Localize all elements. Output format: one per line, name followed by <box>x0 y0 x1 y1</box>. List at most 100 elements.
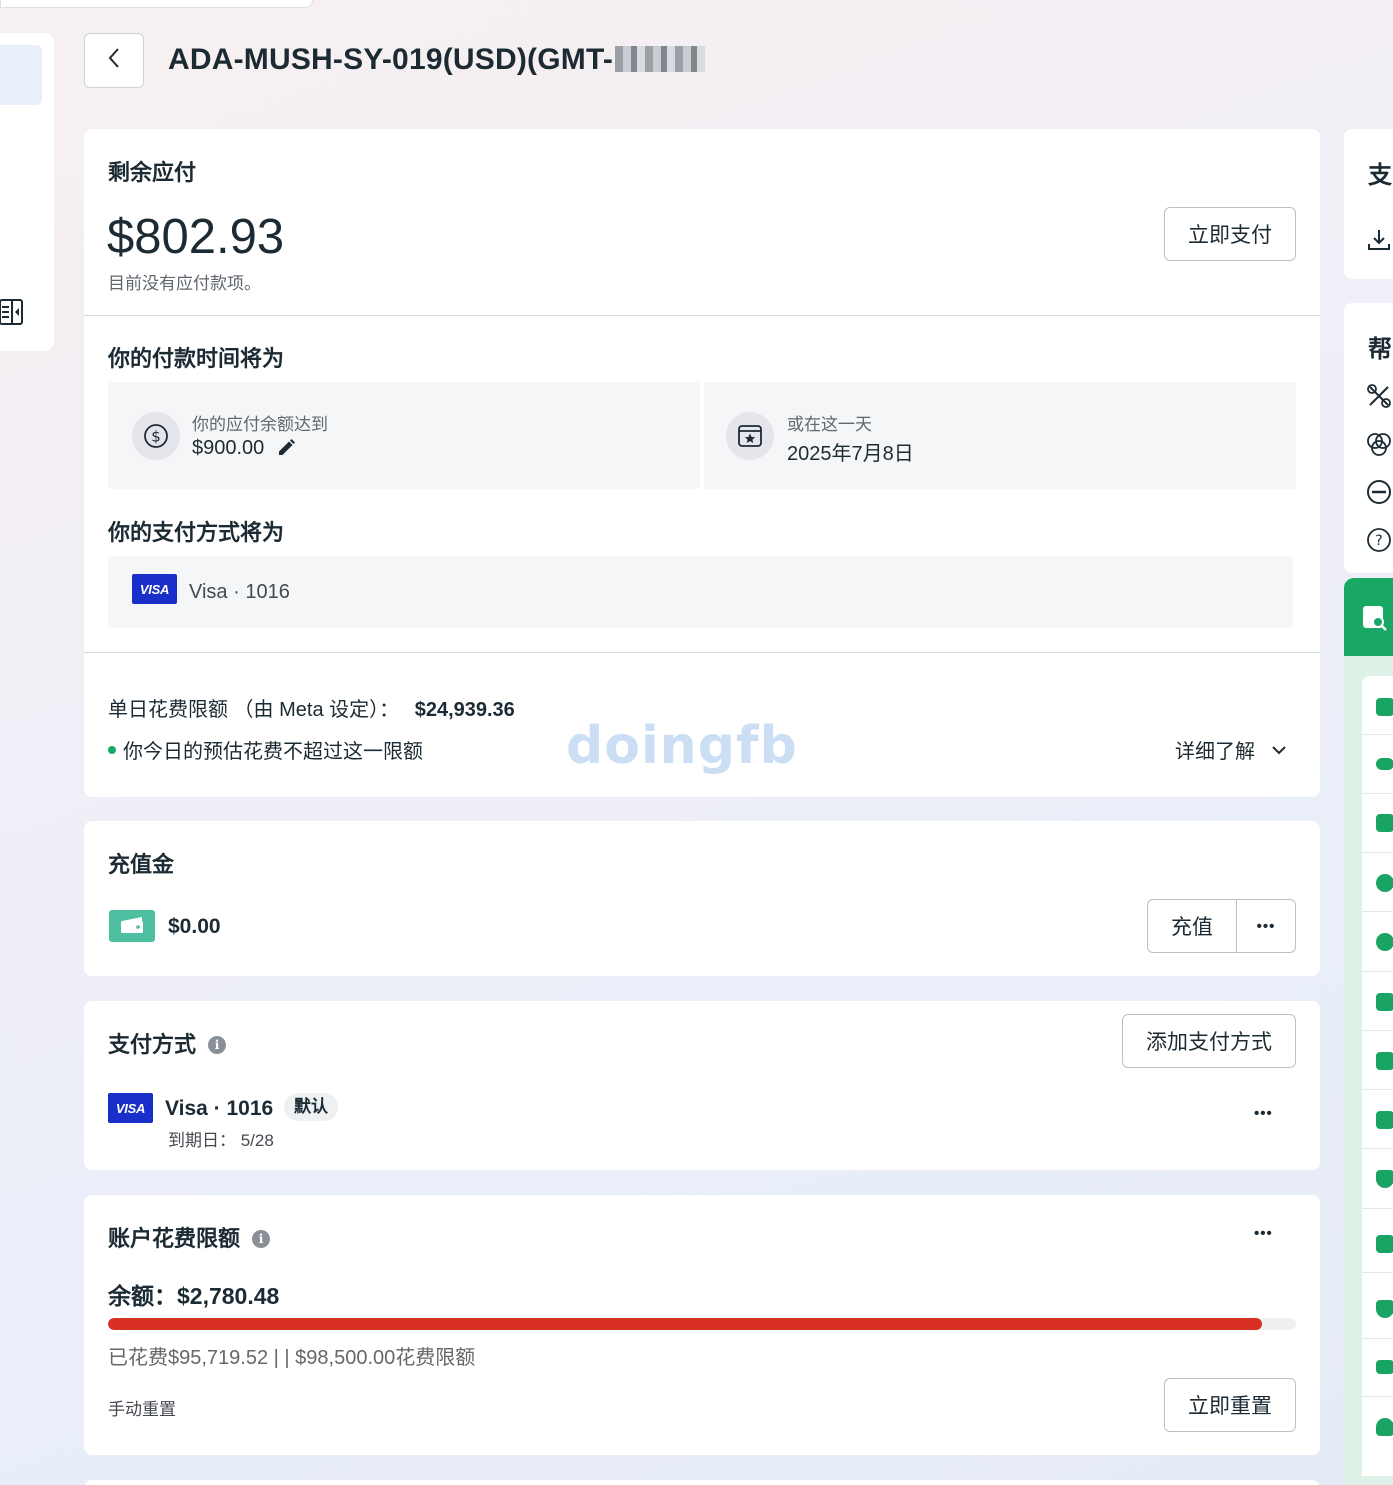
left-nav-selected-item[interactable] <box>0 45 42 105</box>
circles-icon[interactable] <box>1366 431 1392 457</box>
daily-limit-value: $24,939.36 <box>414 699 515 721</box>
default-badge: 默认 <box>284 1093 338 1121</box>
minus-circle-icon[interactable] <box>1366 479 1392 505</box>
daily-limit-row: 单日花费限额 （由 Meta 设定）： $24,939.36 <box>108 693 515 722</box>
download-icon[interactable] <box>1366 227 1392 253</box>
chevron-down-icon <box>1271 738 1287 761</box>
daily-limit-label: 单日花费限额 （由 Meta 设定）： <box>108 699 400 721</box>
page-header: ADA-MUSH-SY-019(USD)(GMT- <box>84 32 706 88</box>
help-icon[interactable]: ? <box>1366 527 1392 553</box>
payment-method-preview-box: VISA Visa · 1016 <box>108 556 1293 628</box>
separator <box>1362 1272 1393 1273</box>
ads-tools-header <box>1344 578 1393 656</box>
payment-methods-card: 支付方式 i 添加支付方式 VISA Visa · 1016 默认 到期日： 5/… <box>84 1001 1320 1170</box>
calendar-icon[interactable] <box>1376 1052 1393 1070</box>
prepaid-heading: 充值金 <box>108 852 175 877</box>
spending-limit-heading-row: 账户花费限额 i <box>108 1221 271 1253</box>
separator <box>1362 971 1393 972</box>
watermark-text: doingfb <box>566 716 798 776</box>
learn-more-link[interactable]: 详细了解 <box>1175 735 1287 764</box>
right-card-heading: 支 <box>1368 162 1392 189</box>
prepaid-funds-card: 充值金 $0.00 充值 ••• <box>84 821 1320 976</box>
shop-icon[interactable] <box>1376 814 1393 832</box>
payment-method-preview-heading: 你的支付方式将为 <box>108 520 285 545</box>
payment-methods-heading: 支付方式 <box>108 1032 197 1057</box>
pay-now-button[interactable]: 立即支付 <box>1164 207 1296 261</box>
separator <box>1362 1396 1393 1397</box>
spending-limit-remaining: 余额：$2,780.48 <box>108 1283 280 1309</box>
right-card-help: 帮 ? <box>1344 303 1393 573</box>
dollar-icon[interactable] <box>1376 933 1393 951</box>
contact-card-icon[interactable] <box>1376 1235 1393 1253</box>
reset-now-button[interactable]: 立即重置 <box>1164 1378 1296 1432</box>
separator <box>1362 734 1393 735</box>
balance-due-card: 剩余应付 $802.93 目前没有应付款项。 立即支付 你的付款时间将为 $ 你… <box>84 129 1320 797</box>
left-nav-panel <box>0 33 54 351</box>
spending-summary: 已花费$95,719.52 | | $98,500.00花费限额 <box>108 1347 476 1369</box>
daily-limit-note: 你今日的预估花费不超过这一限额 <box>123 741 423 763</box>
ads-search-icon[interactable] <box>1362 605 1388 636</box>
right-card-heading: 帮 <box>1368 336 1392 363</box>
collapse-sidebar-icon[interactable] <box>0 297 24 327</box>
chat-icon[interactable] <box>1376 758 1393 770</box>
balance-due-heading: 剩余应付 <box>108 160 197 185</box>
visa-card-icon: VISA <box>108 1093 153 1123</box>
trend-icon[interactable] <box>1376 874 1393 892</box>
separator <box>1362 1148 1393 1149</box>
status-dot-icon <box>108 745 116 754</box>
svg-text:$: $ <box>151 428 161 446</box>
prepaid-more-button[interactable]: ••• <box>1236 899 1296 953</box>
separator <box>1362 1208 1393 1209</box>
account-spending-limit-card: 账户花费限额 i ••• 余额：$2,780.48 已花费$95,719.52 |… <box>84 1195 1320 1455</box>
top-bar-fragment <box>0 0 313 8</box>
manual-reset-label: 手动重置 <box>108 1400 176 1419</box>
credit-card-icon[interactable] <box>1376 1360 1393 1374</box>
top-up-button[interactable]: 充值 <box>1147 899 1237 953</box>
security-shield-icon[interactable] <box>1376 1300 1393 1318</box>
divider <box>84 315 1320 316</box>
date-value: 2025年7月8日 <box>787 443 914 465</box>
ads-tools-list <box>1362 676 1393 1476</box>
separator <box>1362 911 1393 912</box>
pencil-edit-icon[interactable] <box>276 438 296 463</box>
bar-chart-icon[interactable] <box>1376 698 1393 716</box>
threshold-label: 你的应付余额达到 <box>192 415 328 434</box>
media-icon[interactable] <box>1376 993 1393 1011</box>
info-icon[interactable]: i <box>208 1036 227 1054</box>
separator <box>1362 1338 1393 1339</box>
shield-icon[interactable] <box>1376 1170 1393 1188</box>
separator <box>1362 852 1393 853</box>
account-name: ADA-MUSH-SY-019(USD)(GMT- <box>168 43 614 76</box>
dollar-circle-icon: $ <box>132 412 180 460</box>
payment-method-preview-text: Visa · 1016 <box>189 581 290 603</box>
balance-due-note: 目前没有应付款项。 <box>108 274 261 293</box>
date-label: 或在这一天 <box>787 415 872 434</box>
right-card-payments: 支 <box>1344 129 1393 279</box>
payment-methods-heading-row: 支付方式 i <box>108 1027 227 1059</box>
payment-method-name: Visa · 1016 <box>165 1097 274 1120</box>
user-settings-icon[interactable] <box>1376 1418 1393 1436</box>
spending-limit-more-button[interactable]: ••• <box>1254 1225 1273 1242</box>
divider <box>84 652 1320 653</box>
redacted-timezone <box>615 46 706 72</box>
page-title: ADA-MUSH-SY-019(USD)(GMT- <box>168 43 706 77</box>
document-icon[interactable] <box>1376 1111 1393 1129</box>
calendar-star-icon <box>726 412 774 460</box>
spending-limit-heading: 账户花费限额 <box>108 1226 241 1251</box>
visa-card-icon: VISA <box>132 574 177 604</box>
payment-method-expiry: 到期日： 5/28 <box>168 1131 274 1150</box>
back-button[interactable] <box>84 32 144 88</box>
tools-icon[interactable] <box>1366 383 1392 409</box>
threshold-box: $ 你的应付余额达到 $900.00 <box>108 382 700 489</box>
separator <box>1362 1089 1393 1090</box>
payment-time-heading: 你的付款时间将为 <box>108 346 285 371</box>
spending-progress-bar <box>108 1318 1296 1330</box>
learn-more-label: 详细了解 <box>1175 741 1255 763</box>
next-card-fragment <box>84 1480 1320 1485</box>
payment-method-more-button[interactable]: ••• <box>1254 1105 1273 1122</box>
separator <box>1362 1030 1393 1031</box>
info-icon[interactable]: i <box>252 1230 271 1248</box>
add-payment-method-button[interactable]: 添加支付方式 <box>1122 1014 1296 1068</box>
chevron-left-icon <box>107 47 121 74</box>
daily-limit-note-row: 你今日的预估花费不超过这一限额 <box>108 735 423 764</box>
